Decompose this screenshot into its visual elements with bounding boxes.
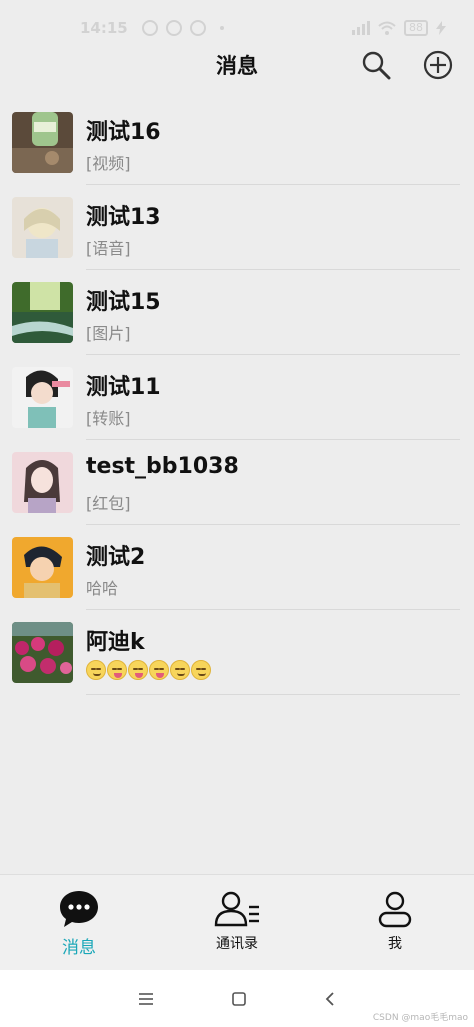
conversation-item[interactable]: 阿迪k — [0, 610, 474, 695]
home-icon[interactable] — [231, 991, 247, 1007]
emoji-icon — [128, 660, 148, 680]
emoji-icon — [191, 660, 211, 680]
watermark: CSDN @mao毛毛mao — [372, 1013, 468, 1023]
conversation-item[interactable]: 测试2 哈哈 — [0, 525, 474, 610]
conversation-list: 测试16 [视频] 测试13 [语音] 测试15 [图片] 测试11 [转账] … — [0, 100, 474, 695]
add-button[interactable] — [422, 49, 454, 81]
avatar — [12, 452, 73, 513]
divider — [86, 694, 460, 695]
conversation-name: 测试15 — [86, 290, 161, 315]
conversation-item[interactable]: 测试16 [视频] — [0, 100, 474, 185]
conversation-name: test_bb1038 — [86, 454, 239, 479]
conversation-preview: [视频] — [86, 154, 131, 173]
avatar — [12, 282, 73, 343]
battery-indicator: 88 — [404, 20, 428, 36]
sync-icon — [165, 20, 182, 36]
tab-label: 通讯录 — [216, 936, 258, 952]
search-button[interactable] — [360, 49, 392, 81]
conversation-preview: [语音] — [86, 239, 131, 258]
conversation-preview: 哈哈 — [86, 579, 119, 598]
avatar — [12, 537, 73, 598]
conversation-item[interactable]: 测试15 [图片] — [0, 270, 474, 355]
charging-icon — [436, 21, 446, 35]
emoji-icon — [107, 660, 127, 680]
menu-icon[interactable] — [138, 992, 154, 1006]
signal-icon — [352, 21, 370, 35]
conversation-name: 测试16 — [86, 120, 161, 145]
conversation-preview — [86, 660, 211, 680]
avatar — [12, 112, 73, 173]
back-icon[interactable] — [324, 991, 336, 1007]
conversation-name: 测试11 — [86, 375, 161, 400]
conversation-preview: [红包] — [86, 494, 131, 513]
person-icon — [378, 891, 412, 928]
notification-icon — [141, 20, 158, 36]
page-title: 消息 — [216, 54, 258, 78]
chat-bubble-icon — [60, 891, 98, 927]
tab-label: 我 — [388, 936, 402, 952]
conversation-preview: [图片] — [86, 324, 131, 343]
wifi-icon — [378, 21, 396, 35]
contacts-icon — [214, 891, 259, 927]
emoji-icon — [170, 660, 190, 680]
emoji-icon — [86, 660, 106, 680]
conversation-name: 测试13 — [86, 205, 161, 230]
tab-label: 消息 — [62, 938, 96, 958]
top-bar: 消息 — [0, 40, 474, 90]
bottom-tab-bar: 消息 通讯录 我 — [0, 874, 474, 970]
conversation-name: 测试2 — [86, 545, 146, 570]
conversation-name: 阿迪k — [86, 630, 145, 655]
avatar — [12, 197, 73, 258]
conversation-item[interactable]: 测试11 [转账] — [0, 355, 474, 440]
conversation-preview: [转账] — [86, 409, 131, 428]
tab-messages[interactable]: 消息 — [0, 875, 158, 970]
status-time: 14:15 — [80, 19, 128, 37]
more-notifications-icon — [219, 26, 224, 30]
avatar — [12, 367, 73, 428]
system-nav-bar: CSDN @mao毛毛mao — [0, 970, 474, 1027]
tab-me[interactable]: 我 — [316, 875, 474, 970]
app-icon — [189, 20, 206, 36]
avatar — [12, 622, 73, 683]
conversation-item[interactable]: test_bb1038 [红包] — [0, 440, 474, 525]
conversation-item[interactable]: 测试13 [语音] — [0, 185, 474, 270]
tab-contacts[interactable]: 通讯录 — [158, 875, 316, 970]
emoji-icon — [149, 660, 169, 680]
